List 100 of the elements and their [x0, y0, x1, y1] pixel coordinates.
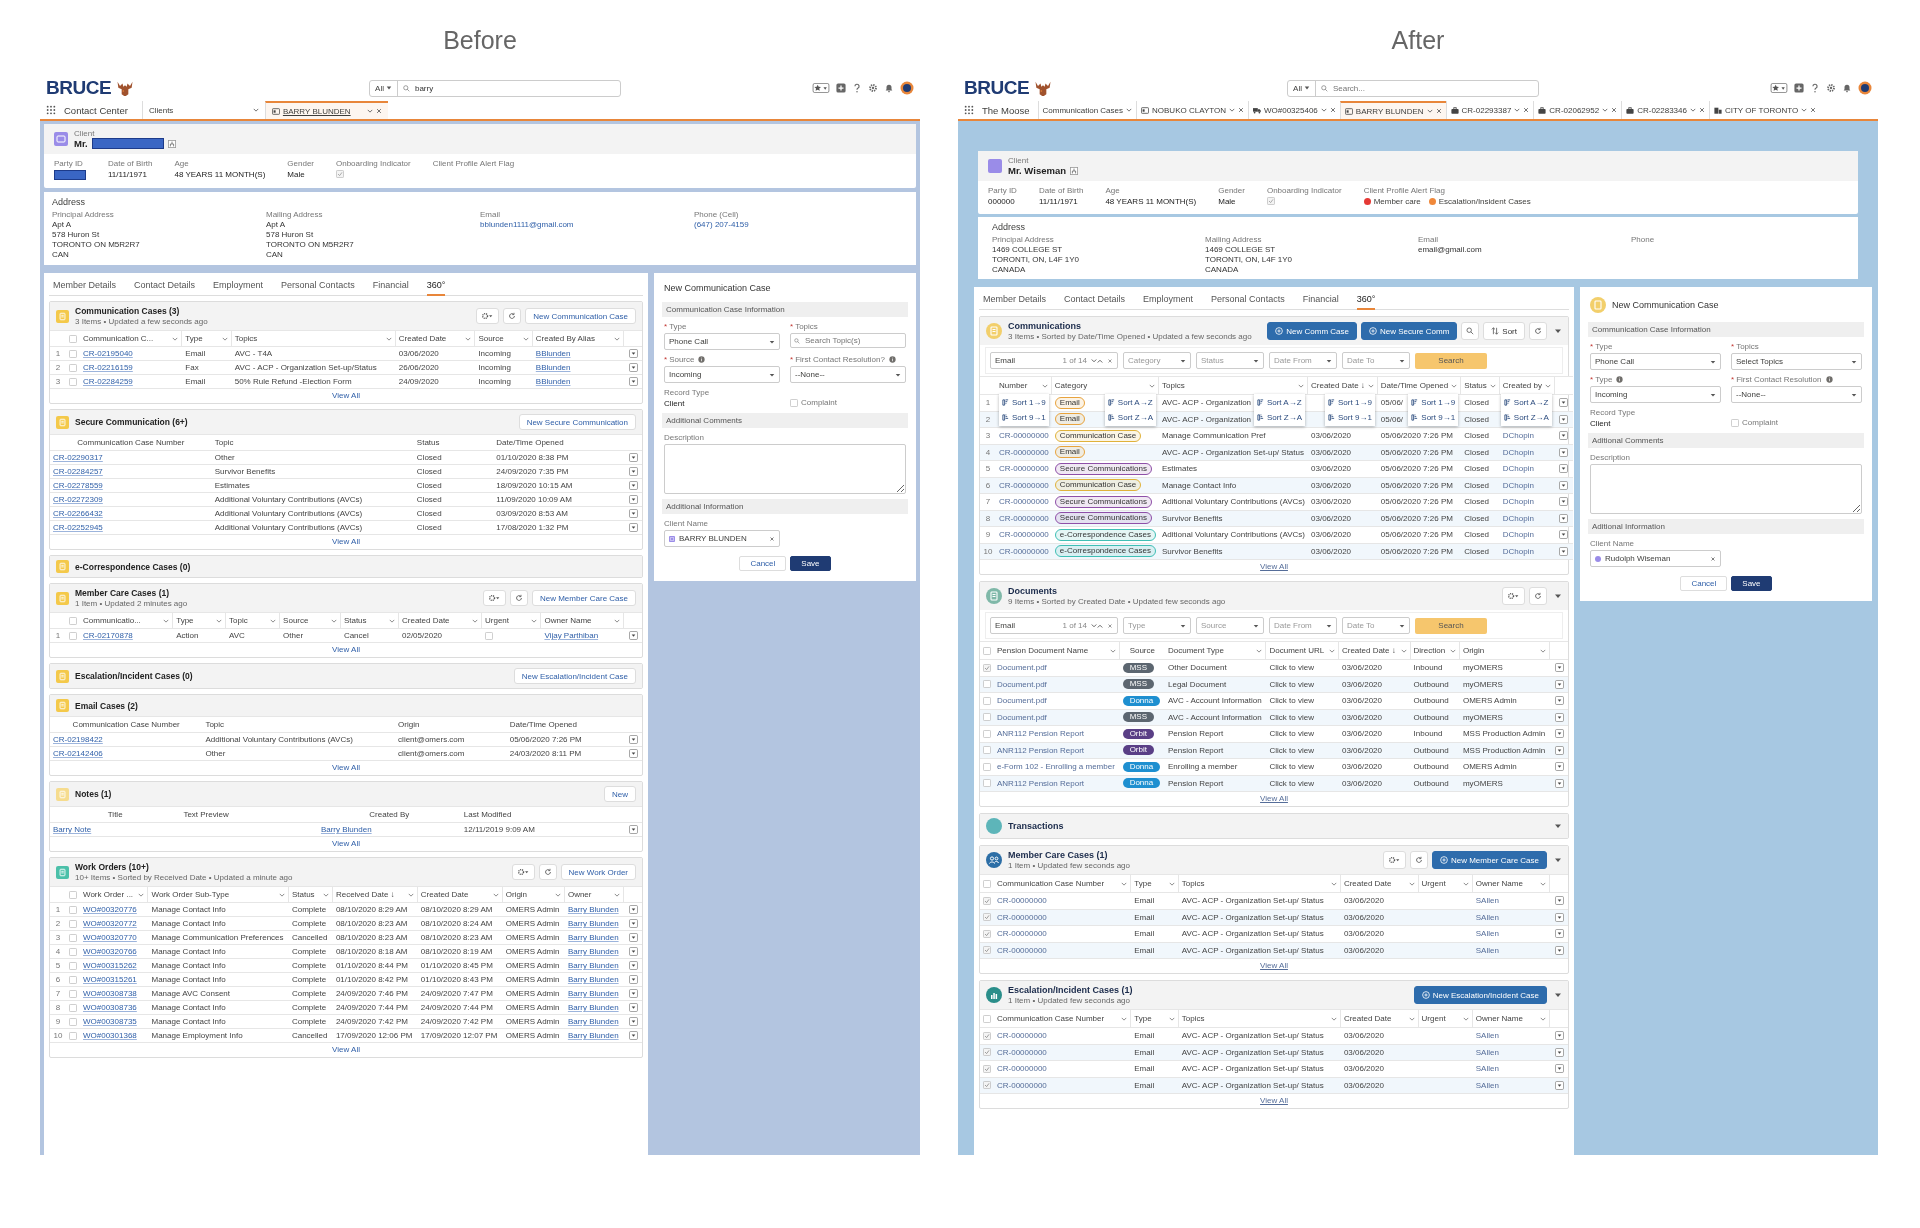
refresh-button[interactable] [503, 308, 522, 324]
view-all-link[interactable]: View All [332, 763, 360, 772]
new-record-button[interactable]: New Member Care Case [531, 590, 636, 606]
row-actions-icon[interactable] [628, 363, 638, 372]
record-link[interactable]: BBlunden [535, 377, 571, 386]
row-actions-icon[interactable] [1559, 530, 1569, 540]
row-actions-icon[interactable] [628, 349, 638, 358]
complaint-checkbox[interactable] [790, 398, 798, 407]
record-link[interactable]: Vijay Parthiban [544, 631, 599, 640]
column-header[interactable]: Urgent [1418, 1010, 1473, 1027]
chevron-down-icon[interactable] [1121, 880, 1128, 887]
column-header[interactable]: Urgent [482, 613, 542, 628]
record-link[interactable]: CR-00000000 [997, 1031, 1047, 1041]
chevron-down-icon[interactable] [216, 617, 222, 624]
complaint-checkbox[interactable] [1731, 418, 1739, 427]
column-header[interactable]: Created Date [399, 613, 482, 628]
record-link[interactable]: SAllen [1475, 945, 1499, 955]
caret-down-icon[interactable] [1554, 856, 1562, 864]
column-header[interactable]: Created Date [1340, 875, 1419, 892]
clear-icon[interactable] [1107, 622, 1113, 629]
select-all-checkbox[interactable] [983, 646, 991, 655]
refresh-button[interactable] [538, 864, 557, 880]
row-actions-icon[interactable] [628, 825, 638, 834]
record-link[interactable]: CR-00000000 [997, 912, 1047, 922]
row-actions-icon[interactable] [1554, 679, 1564, 689]
row-actions-icon[interactable] [628, 961, 638, 970]
chevron-down-icon[interactable] [270, 617, 277, 624]
new-record-button[interactable]: New [604, 786, 636, 802]
record-tab[interactable]: 360° [426, 280, 446, 296]
favorites-icon[interactable] [812, 83, 830, 93]
record-link[interactable]: CR-00000000 [997, 1064, 1047, 1074]
record-link[interactable]: Document.pdf [997, 679, 1047, 689]
record-link[interactable]: CR-02170878 [83, 631, 133, 640]
chevron-down-icon[interactable] [278, 891, 285, 898]
column-header[interactable]: Work Order Sub-Type [148, 887, 289, 902]
row-checkbox[interactable] [69, 377, 77, 386]
workspace-tab[interactable]: WO#00325406 [1247, 101, 1340, 119]
picklist-field[interactable]: Select Topics [1731, 353, 1862, 370]
row-checkbox[interactable] [983, 696, 991, 705]
row-actions-icon[interactable] [628, 975, 638, 984]
section-title[interactable]: Work Orders (10+) [75, 862, 293, 872]
record-link[interactable]: BBlunden [535, 349, 571, 358]
row-actions-icon[interactable] [628, 1003, 638, 1012]
row-checkbox[interactable] [983, 762, 991, 771]
select-all-checkbox[interactable] [69, 890, 77, 899]
chevron-down-icon[interactable] [1426, 108, 1433, 114]
new-record-button[interactable]: New Secure Comm [1360, 322, 1458, 340]
column-header[interactable]: Communicatio... [80, 613, 174, 628]
settings-menu-button[interactable] [1382, 851, 1406, 869]
chevron-down-icon[interactable] [1126, 107, 1132, 113]
record-link[interactable]: Barry Blunden [567, 1003, 619, 1012]
row-actions-icon[interactable] [1554, 778, 1564, 788]
close-icon[interactable] [1329, 107, 1336, 113]
record-link[interactable]: DChopin [1502, 480, 1534, 490]
column-header[interactable]: Urgent [1418, 875, 1473, 892]
record-link[interactable]: SAllen [1475, 1080, 1499, 1090]
info-icon[interactable] [1616, 376, 1624, 383]
description-field[interactable] [1590, 464, 1862, 514]
column-header[interactable]: Document URL [1266, 642, 1339, 659]
column-header[interactable]: Source [280, 613, 341, 628]
workspace-tab[interactable]: Communication Cases [1037, 101, 1136, 119]
chevron-down-icon[interactable] [1228, 107, 1235, 113]
record-link[interactable]: SAllen [1475, 896, 1499, 906]
record-link[interactable]: CR-00000000 [999, 513, 1049, 523]
chevron-down-icon[interactable] [172, 335, 179, 342]
record-link[interactable]: ANR112 Pension Report [997, 745, 1084, 755]
record-link[interactable]: CR-00000000 [999, 447, 1049, 457]
record-link[interactable]: Document.pdf [997, 712, 1047, 722]
chevron-down-icon[interactable] [1330, 880, 1337, 887]
record-link[interactable]: WO#00320776 [83, 905, 137, 914]
contact-link[interactable]: (647) 207-4159 [694, 220, 908, 229]
up-down-arrows-icon[interactable] [1091, 622, 1103, 629]
new-record-button[interactable]: New Escalation/Incident Case [513, 668, 636, 684]
column-header[interactable]: Text Preview [180, 807, 318, 822]
record-link[interactable]: CR-02216159 [83, 363, 133, 372]
sort-option[interactable]: Sort Z→A [1107, 410, 1153, 425]
row-actions-icon[interactable] [628, 933, 638, 942]
row-checkbox[interactable] [69, 989, 77, 998]
row-checkbox[interactable] [983, 729, 991, 738]
record-tab[interactable]: Member Details [983, 294, 1047, 304]
record-link[interactable]: SAllen [1475, 1064, 1499, 1074]
record-link[interactable]: Barry Blunden [567, 933, 619, 942]
column-header[interactable]: Document Type [1165, 642, 1267, 659]
record-link[interactable]: WO#00320766 [83, 947, 137, 956]
record-link[interactable]: Barry Blunden [567, 1031, 619, 1040]
chevron-down-icon[interactable] [407, 891, 414, 898]
chevron-down-icon[interactable] [1689, 107, 1696, 113]
row-checkbox[interactable] [69, 1003, 77, 1012]
row-checkbox[interactable] [983, 896, 991, 905]
column-header[interactable]: Owner Name [541, 613, 624, 628]
new-record-button[interactable]: New Work Order [560, 864, 636, 880]
favorites-icon[interactable] [1770, 83, 1788, 93]
record-link[interactable]: CR-02252945 [53, 523, 103, 532]
row-checkbox[interactable] [983, 746, 991, 755]
row-actions-icon[interactable] [628, 377, 638, 386]
record-link[interactable]: Barry Blunden [567, 961, 619, 970]
record-link[interactable]: CR-02266432 [53, 509, 103, 518]
row-checkbox[interactable] [69, 1031, 77, 1040]
sort-option[interactable]: Sort A→Z [1503, 395, 1549, 410]
row-actions-icon[interactable] [628, 509, 638, 518]
